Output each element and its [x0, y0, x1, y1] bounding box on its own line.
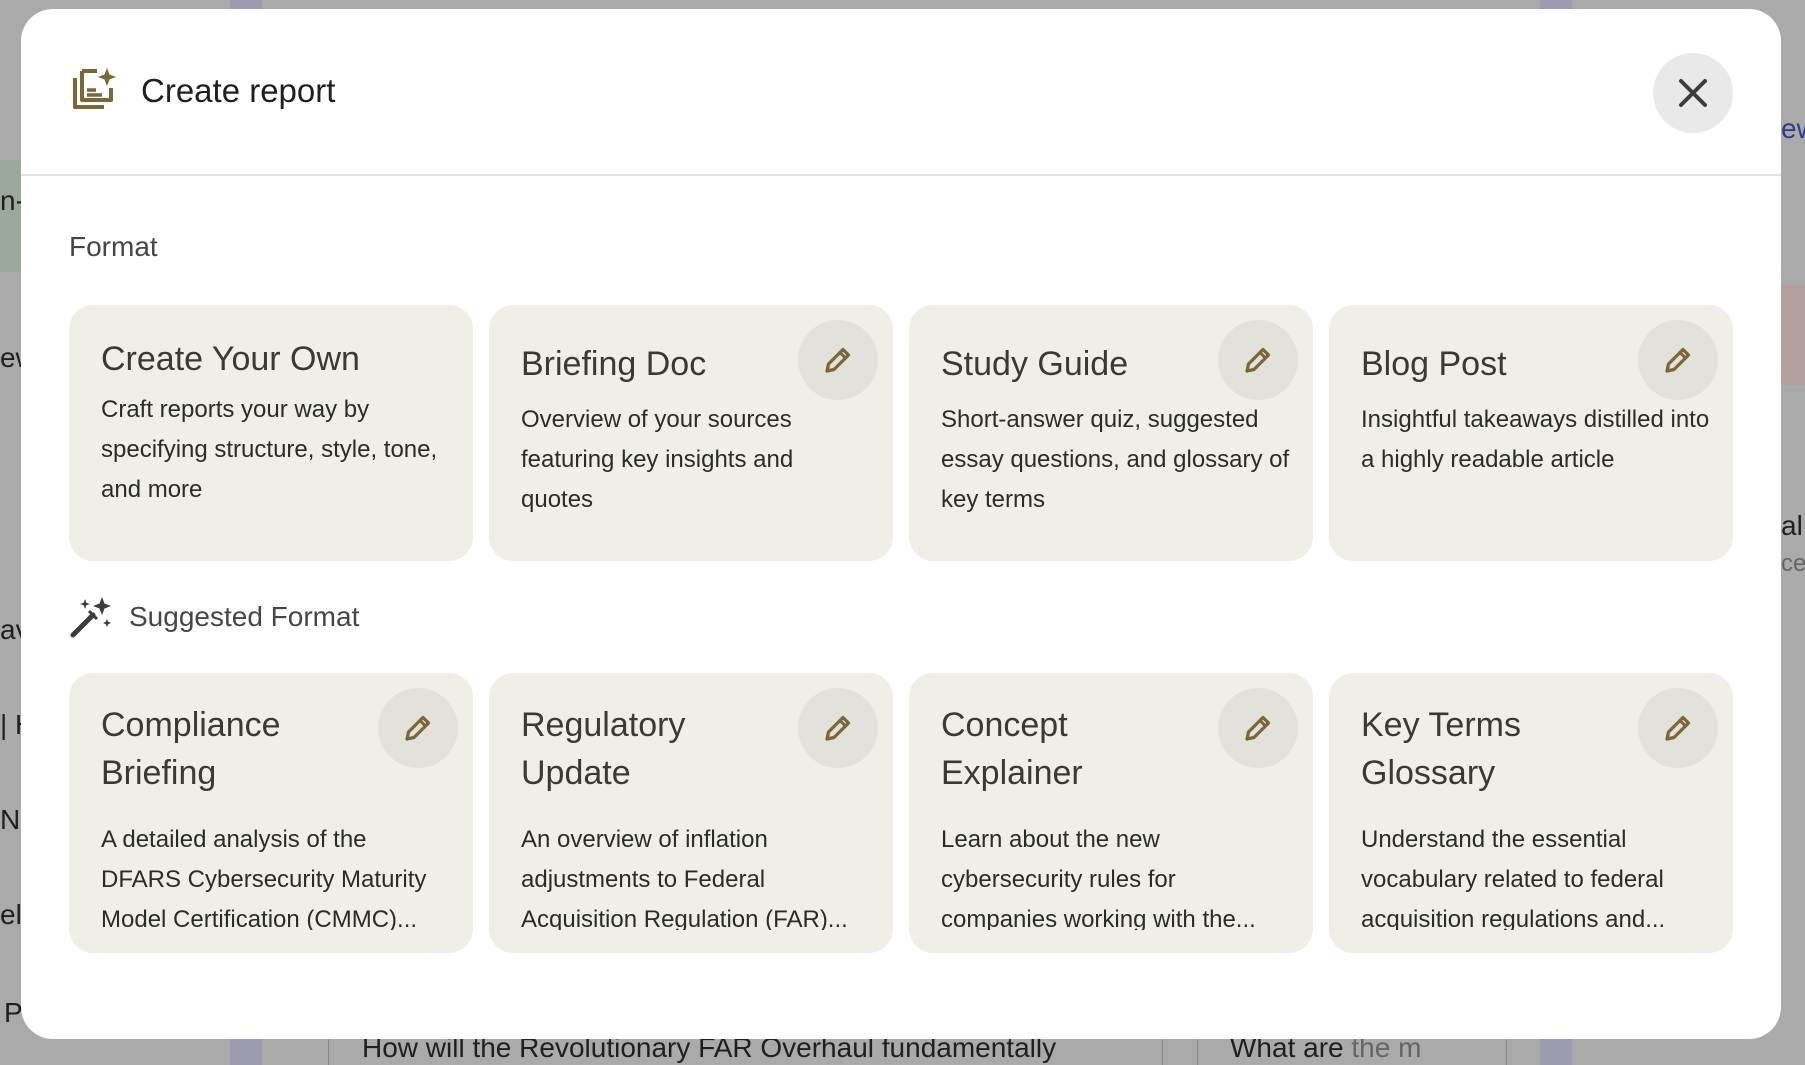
- card-title: Blog Post: [1361, 345, 1507, 383]
- format-card-blog-post[interactable]: Blog Post Insightful takeaways distilled…: [1329, 305, 1733, 561]
- suggested-card-concept-explainer[interactable]: Concept Explainer Learn about the new cy…: [909, 673, 1313, 953]
- report-sparkle-icon: [73, 68, 116, 109]
- edit-button[interactable]: [1638, 688, 1718, 768]
- card-title: Concept Explainer: [941, 706, 1083, 792]
- format-card-create-your-own[interactable]: Create Your Own Craft reports your way b…: [69, 305, 473, 561]
- suggested-card-compliance-briefing[interactable]: Compliance Briefing A detailed analysis …: [69, 673, 473, 953]
- edit-button[interactable]: [378, 688, 458, 768]
- suggested-card-key-terms-glossary[interactable]: Key Terms Glossary Understand the essent…: [1329, 673, 1733, 953]
- card-description: Understand the essential vocabulary rela…: [1361, 826, 1666, 930]
- pencil-icon: [825, 715, 851, 741]
- suggested-format-header: Suggested Format: [69, 595, 359, 639]
- pencil-icon: [1665, 715, 1691, 741]
- pencil-icon: [1245, 715, 1271, 741]
- card-description: A detailed analysis of the DFARS Cyberse…: [101, 826, 427, 930]
- backdrop-fragment: ew: [1781, 113, 1805, 144]
- format-card-briefing-doc[interactable]: Briefing Doc Overview of your sources fe…: [489, 305, 893, 561]
- close-button[interactable]: [1653, 53, 1733, 133]
- pencil-icon: [405, 715, 431, 741]
- pencil-icon: [825, 347, 851, 373]
- backdrop-right-panel: [1781, 285, 1805, 385]
- card-description: Overview of your sources featuring key i…: [521, 406, 794, 513]
- edit-button[interactable]: [798, 688, 878, 768]
- backdrop-fragment: P: [4, 997, 23, 1028]
- format-section-label: Format: [69, 231, 158, 262]
- backdrop-fragment: al: [1781, 510, 1803, 541]
- pencil-icon: [1665, 347, 1691, 373]
- card-title: Briefing Doc: [521, 345, 707, 383]
- backdrop-fragment: el: [0, 899, 22, 930]
- card-title: Key Terms Glossary: [1361, 706, 1521, 792]
- edit-button[interactable]: [1218, 320, 1298, 400]
- format-card-study-guide[interactable]: Study Guide Short-answer quiz, suggested…: [909, 305, 1313, 561]
- dialog-title: Create report: [141, 72, 336, 109]
- card-title: Study Guide: [941, 345, 1129, 383]
- backdrop-fragment: ce: [1781, 550, 1805, 577]
- card-description: Insightful takeaways distilled into a hi…: [1361, 406, 1710, 473]
- card-description: Short-answer quiz, suggested essay quest…: [941, 406, 1290, 513]
- edit-button[interactable]: [1218, 688, 1298, 768]
- card-description: Craft reports your way by specifying str…: [101, 396, 438, 503]
- card-description: An overview of inflation adjustments to …: [521, 826, 848, 930]
- backdrop-fragment: N: [0, 804, 21, 835]
- pencil-icon: [1245, 347, 1271, 373]
- suggested-format-label: Suggested Format: [129, 601, 360, 632]
- card-title: Create Your Own: [101, 340, 360, 378]
- create-report-dialog: Create report Format Create Your Own Cra…: [21, 9, 1781, 1039]
- card-description: Learn about the new cybersecurity rules …: [941, 826, 1256, 930]
- edit-button[interactable]: [1638, 320, 1718, 400]
- edit-button[interactable]: [798, 320, 878, 400]
- suggested-card-regulatory-update[interactable]: Regulatory Update An overview of inflati…: [489, 673, 893, 953]
- card-title: Compliance Briefing: [101, 706, 281, 792]
- close-icon: [1679, 79, 1707, 107]
- dialog-header: Create report: [21, 9, 1781, 176]
- card-title: Regulatory Update: [521, 706, 686, 792]
- magic-wand-icon: [70, 597, 111, 638]
